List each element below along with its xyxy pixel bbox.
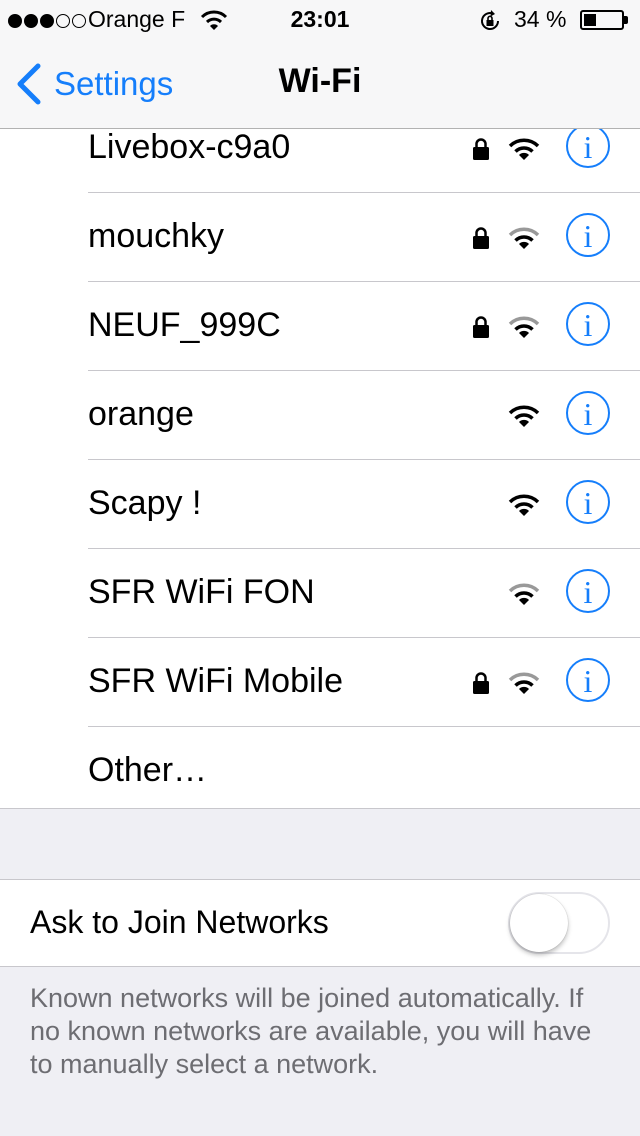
info-button[interactable]: i — [566, 658, 610, 702]
wifi-icon — [508, 316, 540, 338]
header: Orange F 23:01 34 % Settings Wi-Fi — [0, 0, 640, 129]
info-button[interactable]: i — [566, 391, 610, 435]
network-name: Livebox-c9a0 — [88, 128, 291, 166]
ask-to-join-row: Ask to Join Networks — [0, 879, 640, 967]
ask-to-join-toggle[interactable] — [508, 892, 610, 954]
battery-percentage: 34 % — [514, 6, 567, 32]
lock-icon — [473, 316, 489, 338]
info-button[interactable]: i — [566, 213, 610, 257]
info-icon: i — [583, 218, 593, 254]
other-network-row[interactable]: Other… — [88, 727, 640, 815]
rotation-lock-icon — [481, 10, 499, 30]
battery-icon — [580, 10, 624, 30]
info-button[interactable]: i — [566, 124, 610, 168]
network-name: NEUF_999C — [88, 306, 281, 344]
toggle-knob — [510, 894, 568, 952]
network-row[interactable]: SFR WiFi FON i — [88, 549, 640, 638]
info-icon: i — [583, 663, 593, 699]
info-button[interactable]: i — [566, 302, 610, 346]
footer-note: Known networks will be joined automatica… — [30, 983, 592, 1079]
info-button[interactable]: i — [566, 569, 610, 613]
page-title: Wi-Fi — [278, 62, 362, 100]
battery-level — [584, 14, 597, 26]
wifi-icon — [508, 405, 540, 427]
lock-icon — [473, 672, 489, 694]
wifi-icon — [508, 138, 540, 160]
wifi-icon — [508, 583, 540, 605]
network-name: Scapy ! — [88, 484, 202, 522]
ask-to-join-label: Ask to Join Networks — [30, 904, 329, 940]
network-list: Livebox-c9a0 i mouchky i NEUF_999C i ora… — [0, 104, 640, 809]
network-row[interactable]: orange i — [88, 371, 640, 460]
info-button[interactable]: i — [566, 480, 610, 524]
wifi-icon — [508, 672, 540, 694]
battery-tip — [624, 16, 628, 24]
network-row[interactable]: NEUF_999C i — [88, 282, 640, 371]
info-icon: i — [583, 129, 593, 165]
network-name: mouchky — [88, 217, 225, 255]
lock-icon — [473, 138, 489, 160]
info-icon: i — [583, 485, 593, 521]
status-bar: Orange F 23:01 34 % — [0, 0, 640, 40]
info-icon: i — [583, 307, 593, 343]
network-row[interactable]: Scapy ! i — [88, 460, 640, 549]
wifi-icon — [508, 227, 540, 249]
other-network-label: Other… — [88, 751, 208, 789]
network-name: SFR WiFi Mobile — [88, 662, 344, 700]
lock-icon — [473, 227, 489, 249]
network-row[interactable]: SFR WiFi Mobile i — [88, 638, 640, 727]
info-icon: i — [583, 396, 593, 432]
network-name: SFR WiFi FON — [88, 573, 315, 611]
network-row[interactable]: mouchky i — [88, 193, 640, 282]
info-icon: i — [583, 574, 593, 610]
navigation-bar: Settings Wi-Fi — [0, 40, 640, 128]
network-name: orange — [88, 395, 194, 433]
wifi-icon — [508, 494, 540, 516]
